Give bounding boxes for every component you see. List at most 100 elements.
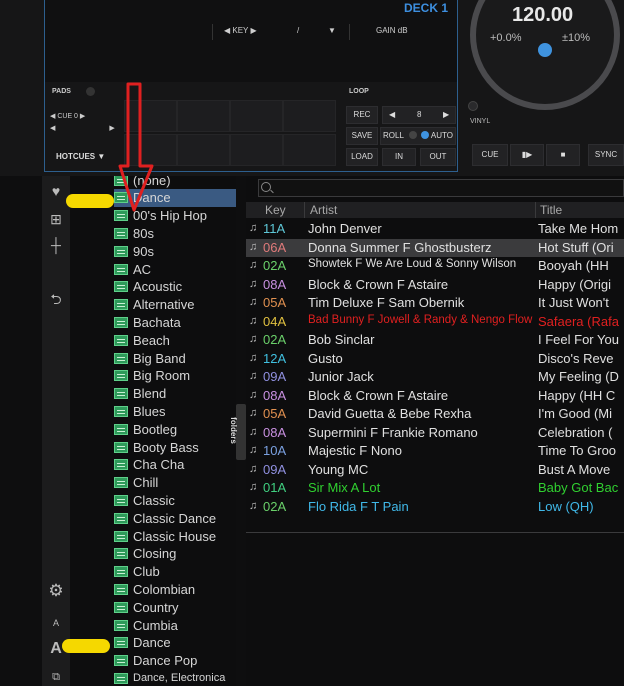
table-row[interactable]: ♫ 06A Donna Summer F Ghostbusterz Hot Stuff… — [246, 238, 624, 257]
playlist-folder-icon — [114, 352, 128, 364]
loop-out-button[interactable]: OUT — [420, 148, 456, 166]
rec-button[interactable]: REC — [346, 106, 378, 124]
pitch-range[interactable]: ±10% — [562, 32, 590, 44]
play-button[interactable]: ▮▶ — [510, 144, 544, 166]
layout-icon[interactable]: ⧉ — [42, 666, 70, 686]
column-key[interactable]: Key — [265, 203, 286, 217]
key-control[interactable]: ◀ KEY ▶ — [224, 26, 257, 35]
sync-button[interactable]: SYNC — [588, 144, 624, 166]
cue-button[interactable]: CUE — [472, 144, 508, 166]
folder-item[interactable]: Booty Bass — [114, 438, 236, 456]
pad-3[interactable] — [230, 100, 283, 132]
track-title: Take Me Hom — [538, 221, 619, 236]
folder-label: Alternative — [133, 297, 195, 313]
gear-icon[interactable]: ⚙ — [42, 580, 70, 602]
cue-prev-button[interactable]: ◀ — [50, 125, 55, 132]
loop-size-control[interactable]: ◀ 8 ▶ — [382, 106, 456, 124]
folder-item[interactable]: Colombian — [114, 580, 236, 598]
folder-item[interactable]: 80s — [114, 224, 236, 242]
stop-button[interactable]: ■ — [546, 144, 580, 166]
pitch-offset: +0.0% — [490, 32, 522, 44]
table-row[interactable]: ♫ 11A John Denver Take Me Hom — [246, 220, 624, 238]
folder-item[interactable]: Classic Dance — [114, 509, 236, 527]
folders-tab[interactable]: folders — [229, 404, 246, 460]
folder-item[interactable]: AC — [114, 260, 236, 278]
vinyl-toggle[interactable] — [468, 101, 478, 111]
table-row[interactable]: ♫ 08A Block & Crown F Astaire Happy (HH C — [246, 387, 624, 405]
playlist-folder-icon — [114, 316, 128, 328]
pads-toggle[interactable] — [86, 87, 95, 96]
cue-navigator[interactable]: ◀ CUE 0 ▶ ◀ ▶ — [50, 112, 122, 132]
key-dropdown[interactable]: ▼ — [328, 26, 336, 35]
folder-item[interactable]: Bachata — [114, 313, 236, 331]
table-row[interactable]: ♫ 12A Gusto Disco's Reve — [246, 350, 624, 368]
roll-label[interactable]: ROLL — [383, 131, 404, 140]
roll-auto-toggle[interactable]: ROLL AUTO — [380, 127, 456, 145]
cue-selector[interactable]: ◀ CUE 0 ▶ — [50, 113, 85, 120]
folder-item[interactable]: Big Room — [114, 367, 236, 385]
track-title: Booyah (HH — [538, 258, 609, 273]
pad-7[interactable] — [230, 134, 283, 166]
font-small-icon[interactable]: A — [42, 612, 70, 634]
column-artist[interactable]: Artist — [310, 203, 337, 217]
pad-4[interactable] — [283, 100, 336, 132]
cue-next-button[interactable]: ▶ — [109, 125, 114, 132]
folder-label: 80s — [133, 225, 154, 241]
table-row[interactable]: ♫ 05A Tim Deluxe F Sam Obernik It Just Won'… — [246, 294, 624, 312]
table-row[interactable]: ♫ 02A Flo Rida F T Pain Low (QH) — [246, 498, 624, 516]
folder-item[interactable]: Country — [114, 598, 236, 616]
table-row[interactable]: ♫ 09A Young MC Bust A Move — [246, 461, 624, 479]
filter-add-icon[interactable]: ⊞ — [42, 208, 70, 230]
load-button[interactable]: LOAD — [346, 148, 378, 166]
folder-item[interactable]: Alternative — [114, 296, 236, 314]
folder-item[interactable]: Bootleg — [114, 420, 236, 438]
folder-item[interactable]: Dance, Electronica — [114, 669, 236, 686]
loop-prev-button[interactable]: ◀ — [389, 107, 395, 123]
hotcues-dropdown[interactable]: HOTCUES ▼ — [56, 152, 105, 161]
playlist-folder-icon — [114, 548, 128, 560]
back-icon[interactable]: ⮌ — [42, 288, 70, 310]
table-row[interactable]: ♫ 01A Sir Mix A Lot Baby Got Bac — [246, 479, 624, 497]
folder-item[interactable]: Dance Pop — [114, 652, 236, 670]
folder-item[interactable]: Chill — [114, 474, 236, 492]
gain-label[interactable]: GAIN dB — [376, 26, 408, 35]
save-button[interactable]: SAVE — [346, 127, 378, 145]
auto-label[interactable]: AUTO — [431, 131, 453, 140]
track-title: Celebration ( — [538, 424, 613, 440]
playlist-add-icon[interactable]: ┼ — [42, 234, 70, 256]
folder-label: Club — [133, 564, 160, 580]
folder-item[interactable]: Blues — [114, 402, 236, 420]
track-artist: David Guetta & Bebe Rexha — [308, 406, 472, 421]
folder-item[interactable]: 90s — [114, 242, 236, 260]
table-row[interactable]: ♫ 02A Bob Sinclar I Feel For You — [246, 331, 624, 349]
pitch-indicator[interactable] — [538, 43, 552, 57]
table-row[interactable]: ♫ 08A Block & Crown F Astaire Happy (Origi — [246, 276, 624, 294]
folder-item[interactable]: Classic — [114, 491, 236, 509]
loop-in-button[interactable]: IN — [382, 148, 416, 166]
pad-8[interactable] — [283, 134, 336, 166]
search-input[interactable] — [258, 179, 624, 197]
folder-item[interactable]: Club — [114, 563, 236, 581]
folder-item[interactable]: Acoustic — [114, 278, 236, 296]
auto-dot — [421, 131, 430, 139]
loop-next-button[interactable]: ▶ — [443, 107, 449, 123]
pad-2[interactable] — [177, 100, 230, 132]
table-row[interactable]: ♫ 04A Bad Bunny F Jowell & Randy & Nengo F… — [246, 313, 624, 331]
table-row[interactable]: ♫ 02A Showtek F We Are Loud & Sonny Wilson… — [246, 257, 624, 275]
folder-label: Big Band — [133, 350, 186, 366]
column-title[interactable]: Title — [540, 203, 562, 217]
folder-item[interactable]: Blend — [114, 385, 236, 403]
folder-item[interactable]: Big Band — [114, 349, 236, 367]
table-row[interactable]: ♫ 05A David Guetta & Bebe Rexha I'm Good (M… — [246, 405, 624, 423]
folder-item[interactable]: Dance — [114, 634, 236, 652]
vinyl-label: VINYL — [470, 118, 491, 125]
table-row[interactable]: ♫ 08A Supermini F Frankie Romano Celebratio… — [246, 424, 624, 442]
table-row[interactable]: ♫ 09A Junior Jack My Feeling (D — [246, 368, 624, 386]
folder-item[interactable]: Cha Cha — [114, 456, 236, 474]
pad-6[interactable] — [177, 134, 230, 166]
folder-item[interactable]: Cumbia — [114, 616, 236, 634]
folder-item[interactable]: Closing — [114, 545, 236, 563]
folder-item[interactable]: Classic House — [114, 527, 236, 545]
table-row[interactable]: ♫ 10A Majestic F Nono Time To Groo — [246, 442, 624, 460]
folder-item[interactable]: Beach — [114, 331, 236, 349]
